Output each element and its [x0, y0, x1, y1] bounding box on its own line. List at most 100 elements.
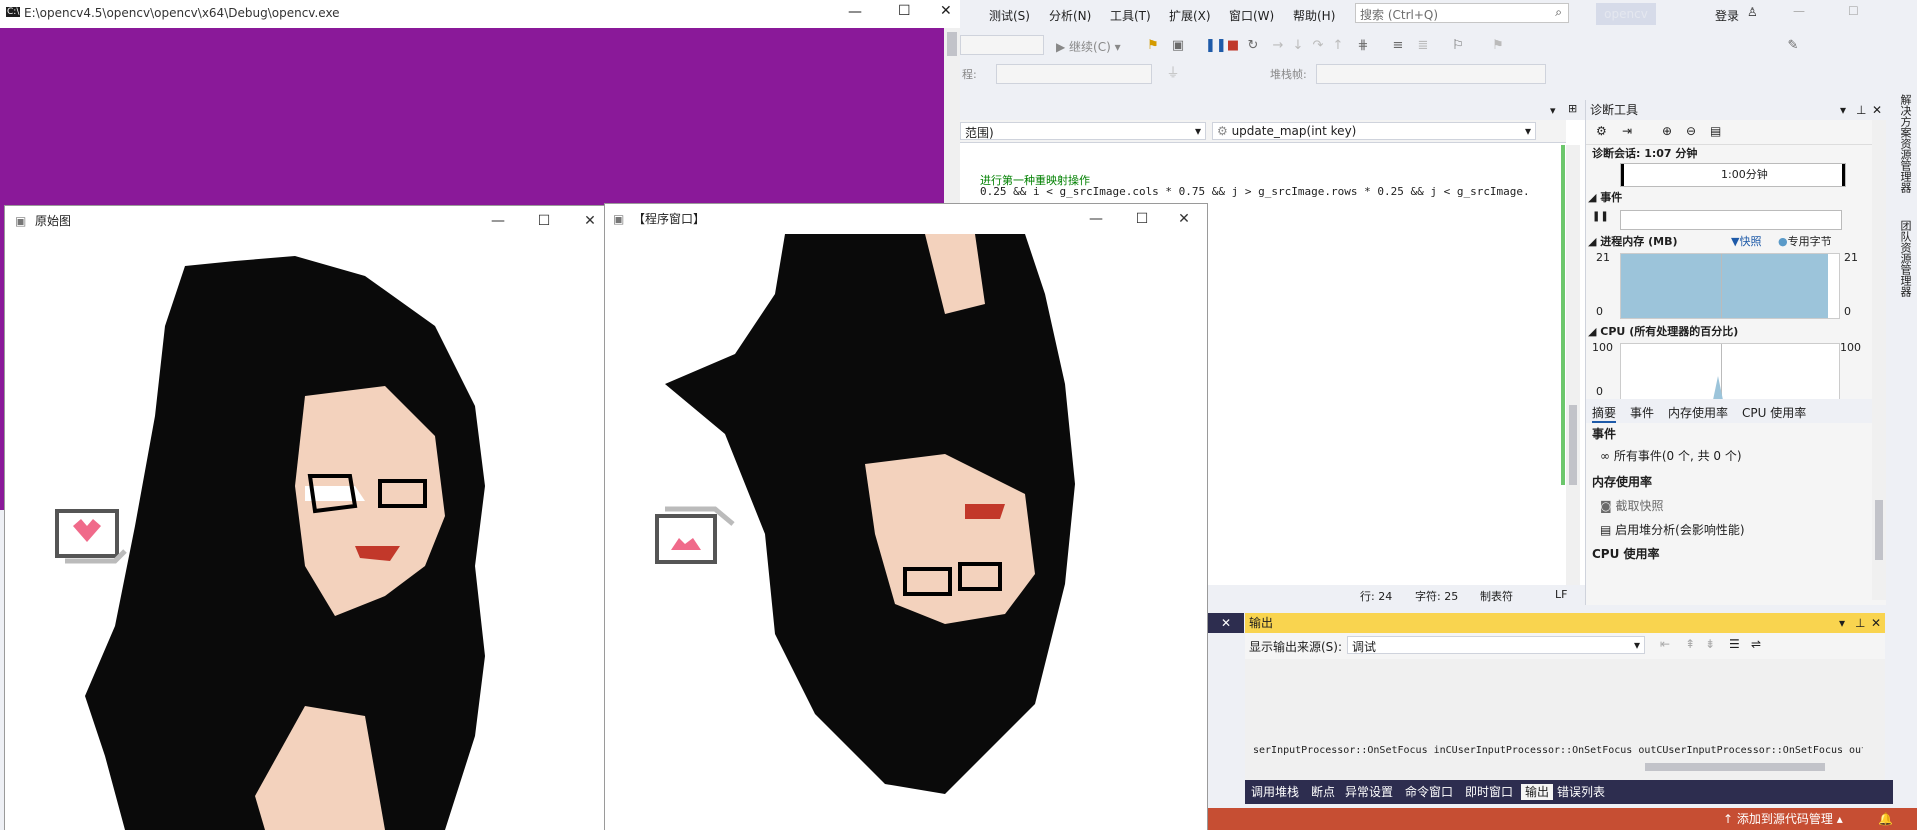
search-input[interactable]: 搜索 (Ctrl+Q) ⌕ — [1355, 3, 1569, 23]
maximize-icon[interactable]: ☐ — [898, 3, 911, 19]
clear-all-icon[interactable]: ☰ — [1729, 637, 1740, 651]
prev-icon[interactable]: ⇞ — [1685, 637, 1695, 651]
take-snapshot-link[interactable]: ◙ 截取快照 — [1600, 497, 1663, 514]
cpu-max-right: 100 — [1840, 341, 1861, 354]
pause-icon[interactable]: ❚❚ — [1205, 38, 1227, 54]
stop-icon[interactable]: ■ — [1225, 38, 1241, 54]
output-hscroll[interactable] — [1645, 763, 1825, 771]
tab-exception-settings[interactable]: 异常设置 — [1341, 784, 1397, 800]
console-title-bar: C:\ E:\opencv4.5\opencv\opencv\x64\Debug… — [0, 0, 960, 28]
function-combo[interactable]: ⚙ update_map(int key) ▾ — [1212, 122, 1536, 140]
close-icon[interactable]: ✕ — [1208, 613, 1244, 633]
restart-icon[interactable]: ↻ — [1245, 38, 1261, 54]
cpu-header: ◢ CPU (所有处理器的百分比) — [1588, 325, 1739, 338]
pin-icon[interactable]: ✎ — [1785, 38, 1801, 54]
step-over-icon[interactable]: ↷ — [1310, 38, 1326, 54]
stack-frame-combo[interactable] — [1316, 64, 1546, 84]
maximize-icon[interactable]: ☐ — [521, 206, 567, 236]
minimize-icon[interactable]: — — [475, 206, 521, 236]
menu-help[interactable]: 帮助(H) — [1293, 7, 1335, 24]
tab-error-list[interactable]: 错误列表 — [1553, 784, 1609, 800]
maximize-icon[interactable]: ☐ — [1119, 204, 1165, 234]
minimize-icon[interactable]: — — [1793, 4, 1805, 18]
close-icon[interactable]: ✕ — [1161, 204, 1207, 234]
tab-command-window[interactable]: 命令窗口 — [1401, 784, 1457, 800]
solution-explorer-tab[interactable]: 解决方案资源管理器 — [1897, 94, 1913, 193]
breakpoint-options-icon[interactable]: ⋕ — [1355, 38, 1371, 54]
dropdown-icon[interactable]: ▾ — [1839, 613, 1845, 633]
step-out-icon[interactable]: ↑ — [1330, 38, 1346, 54]
process-combo[interactable] — [996, 64, 1152, 84]
output-source-select[interactable]: 调试 ▾ — [1347, 636, 1645, 654]
tab-memory[interactable]: 内存使用率 — [1668, 404, 1728, 421]
search-icon: ⌕ — [1555, 5, 1562, 19]
all-events-label: 所有事件(0 个, 共 0 个) — [1613, 449, 1742, 463]
zoom-in-icon[interactable]: ⊕ — [1662, 124, 1672, 138]
config-combo[interactable] — [960, 35, 1044, 55]
dropdown-icon[interactable]: ▾ — [1840, 100, 1846, 120]
find-icon[interactable]: ⇤ — [1660, 637, 1670, 651]
attach-icon[interactable]: ⚑ — [1145, 38, 1161, 54]
program-window[interactable]: ▣ 【程序窗口】 — ☐ ✕ — [604, 203, 1208, 830]
timeline-ruler[interactable]: 1:00分钟 — [1620, 163, 1846, 187]
minimize-icon[interactable]: — — [1073, 204, 1119, 234]
scope-combo[interactable]: 范围) ▾ — [960, 122, 1206, 140]
maximize-icon[interactable]: ☐ — [1848, 4, 1859, 18]
pin-tab-icon[interactable]: ⊞ — [1568, 102, 1577, 115]
pin-icon[interactable]: ⊥ — [1855, 613, 1865, 633]
minimize-icon[interactable]: — — [848, 4, 862, 20]
format-icon[interactable]: ≣ — [1415, 38, 1431, 54]
console-title: E:\opencv4.5\opencv\opencv\x64\Debug\ope… — [24, 6, 340, 20]
vs-toolbar-1: ▶ 继续(C) ▾ ⚑ ▣ ❚❚ ■ ↻ → ↓ ↷ ↑ ⋕ ≡ ≣ ⚐ ⚑ ✎ — [960, 30, 1917, 60]
close-icon[interactable]: ✕ — [1872, 100, 1882, 120]
close-icon[interactable]: ✕ — [1871, 613, 1881, 633]
zoom-out-icon[interactable]: ⊖ — [1686, 124, 1696, 138]
menu-analyze[interactable]: 分析(N) — [1049, 7, 1091, 24]
team-explorer-tab[interactable]: 团队资源管理器 — [1897, 220, 1913, 297]
menu-extensions[interactable]: 扩展(X) — [1169, 7, 1211, 24]
private-bytes-label: 专用字节 — [1787, 235, 1832, 248]
login-link[interactable]: 登录 — [1715, 7, 1739, 24]
user-icon[interactable]: ♙ — [1747, 5, 1758, 19]
comment-icon[interactable]: ≡ — [1390, 38, 1406, 54]
tab-output[interactable]: 输出 — [1521, 784, 1554, 800]
tab-events[interactable]: 事件 — [1630, 404, 1654, 421]
tab-call-stack[interactable]: 调用堆栈 — [1247, 784, 1303, 800]
tab-immediate-window[interactable]: 即时窗口 — [1461, 784, 1517, 800]
menu-test[interactable]: 测试(S) — [989, 7, 1030, 24]
code-line: 0.25 && i < g_srcImage.cols * 0.75 && j … — [980, 185, 1530, 199]
reset-zoom-icon[interactable]: ▤ — [1710, 124, 1721, 138]
continue-button[interactable]: ▶ 继续(C) ▾ — [1056, 38, 1121, 55]
screenshot-icon[interactable]: ▣ — [1170, 38, 1186, 54]
tab-breakpoints[interactable]: 断点 — [1307, 784, 1339, 800]
memory-min-right: 0 — [1844, 305, 1851, 318]
tab-cpu[interactable]: CPU 使用率 — [1742, 404, 1806, 421]
pause-events-icon[interactable]: ❚❚ — [1592, 211, 1609, 222]
pin-icon[interactable]: ⊥ — [1856, 100, 1866, 120]
original-image-window[interactable]: ▣ 原始图 — ☐ ✕ — [4, 205, 608, 830]
bookmark-icon[interactable]: ⚐ — [1450, 38, 1466, 54]
word-wrap-icon[interactable]: ⇌ — [1751, 637, 1761, 651]
next-icon[interactable]: ⇟ — [1705, 637, 1715, 651]
menu-window[interactable]: 窗口(W) — [1229, 7, 1274, 24]
bookmark-next-icon[interactable]: ⚑ — [1490, 38, 1506, 54]
tab-summary[interactable]: 摘要 — [1592, 404, 1617, 423]
diag-summary: 事件 ∞ 所有事件(0 个, 共 0 个) 内存使用率 ◙ 截取快照 ▤ 启用堆… — [1586, 423, 1886, 563]
editor-scrollbar[interactable] — [1566, 145, 1580, 585]
menu-tools[interactable]: 工具(T) — [1110, 7, 1151, 24]
heap-analysis-link[interactable]: ▤ 启用堆分析(会影响性能) — [1600, 521, 1745, 538]
source-control-label: 添加到源代码管理 — [1736, 812, 1833, 826]
diag-scrollbar[interactable] — [1872, 120, 1886, 600]
editor-dropdown-icon[interactable]: ▾ — [1550, 104, 1556, 117]
editor-nav-bar: 范围) ▾ ⚙ update_map(int key) ▾ — [960, 120, 1566, 143]
original-image — [5, 236, 607, 830]
export-icon[interactable]: ⇥ — [1622, 124, 1632, 138]
settings-icon[interactable]: ⚙ — [1596, 124, 1607, 138]
step-into-icon[interactable]: ↓ — [1290, 38, 1306, 54]
source-control-button[interactable]: ↑ 添加到源代码管理 ▴ — [1723, 808, 1843, 830]
step-next-icon[interactable]: → — [1270, 38, 1286, 54]
notifications-icon[interactable]: 🔔 — [1878, 808, 1893, 830]
filter-icon[interactable]: ⏚ — [1165, 66, 1181, 82]
all-events-link[interactable]: ∞ 所有事件(0 个, 共 0 个) — [1600, 447, 1742, 464]
close-icon[interactable]: ✕ — [940, 3, 952, 19]
